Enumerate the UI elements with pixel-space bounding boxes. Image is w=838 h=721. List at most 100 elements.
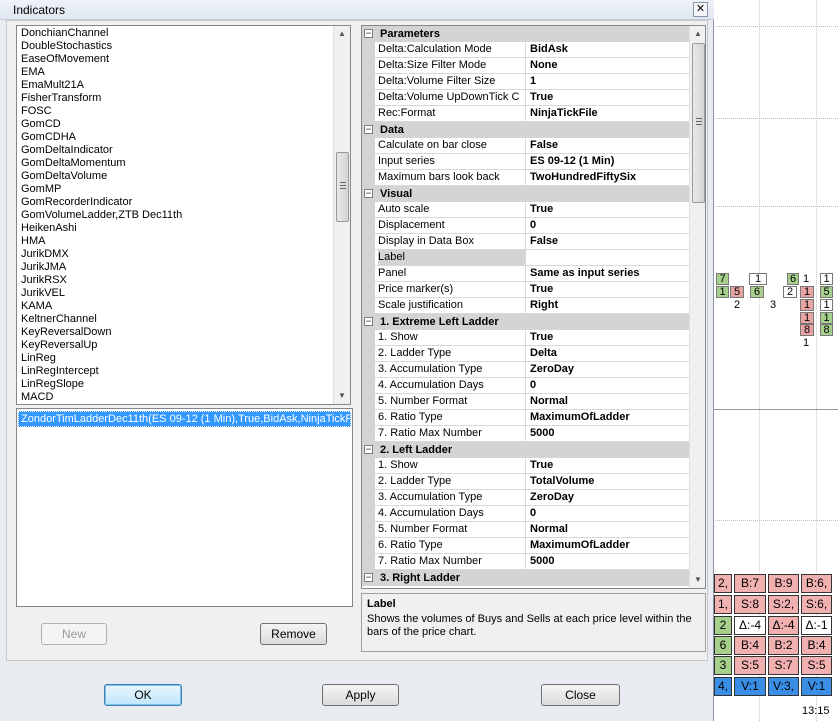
indicator-list-item[interactable]: EMA — [21, 66, 45, 79]
applied-indicators-list[interactable]: ZondorTimLadderDec11th(ES 09-12 (1 Min),… — [16, 408, 353, 607]
indicator-list-item[interactable]: EaseOfMovement — [21, 53, 109, 66]
property-row[interactable]: 2. Ladder Type TotalVolume — [362, 474, 689, 490]
property-value[interactable]: 5000 — [530, 554, 688, 569]
property-row[interactable]: 1. Show True — [362, 458, 689, 474]
property-value[interactable]: BidAsk — [530, 42, 688, 57]
indicator-list-item[interactable]: GomVolumeLadder,ZTB Dec11th — [21, 209, 182, 222]
property-category[interactable]: − Data — [362, 122, 689, 138]
ok-button[interactable]: OK — [104, 684, 182, 706]
indicator-list-item[interactable]: MACD — [21, 391, 53, 404]
property-row[interactable]: 3. Accumulation Type ZeroDay — [362, 490, 689, 506]
property-row[interactable]: Rec:Format NinjaTickFile — [362, 106, 689, 122]
property-value[interactable]: ES 09-12 (1 Min) — [530, 154, 688, 169]
property-value[interactable]: True — [530, 458, 688, 473]
property-value[interactable]: Right — [530, 298, 688, 313]
indicator-list-item[interactable]: KAMA — [21, 300, 52, 313]
scroll-down-icon[interactable]: ▼ — [334, 388, 350, 404]
indicator-list-item[interactable]: KeyReversalDown — [21, 326, 111, 339]
indicator-list-item[interactable]: LinRegSlope — [21, 378, 84, 391]
apply-button[interactable]: Apply — [322, 684, 399, 706]
property-value[interactable]: None — [530, 58, 688, 73]
property-value[interactable]: Normal — [530, 522, 688, 537]
property-value[interactable]: NinjaTickFile — [530, 106, 688, 121]
property-row[interactable]: Delta:Volume UpDownTick C True — [362, 90, 689, 106]
property-row[interactable]: Price marker(s) True — [362, 282, 689, 298]
property-row[interactable]: 2. Ladder Type Delta — [362, 346, 689, 362]
property-value[interactable]: 0 — [530, 218, 688, 233]
collapse-icon[interactable]: − — [364, 29, 373, 38]
indicator-list-item[interactable]: DoubleStochastics — [21, 40, 112, 53]
property-row[interactable]: Displacement 0 — [362, 218, 689, 234]
property-row[interactable]: 4. Accumulation Days 0 — [362, 378, 689, 394]
collapse-icon[interactable]: − — [364, 445, 373, 454]
indicator-list-item[interactable]: HMA — [21, 235, 45, 248]
property-row[interactable]: Delta:Calculation Mode BidAsk — [362, 42, 689, 58]
indicator-list-item[interactable]: KeltnerChannel — [21, 313, 97, 326]
property-value[interactable]: True — [530, 330, 688, 345]
collapse-icon[interactable]: − — [364, 125, 373, 134]
property-row[interactable]: Delta:Volume Filter Size 1 — [362, 74, 689, 90]
indicator-list-item[interactable]: KeyReversalUp — [21, 339, 97, 352]
property-row[interactable]: Auto scale True — [362, 202, 689, 218]
indicator-list-item[interactable]: HeikenAshi — [21, 222, 77, 235]
scroll-thumb[interactable] — [692, 43, 705, 203]
property-row[interactable]: 6. Ratio Type MaximumOfLadder — [362, 410, 689, 426]
property-row[interactable]: Input series ES 09-12 (1 Min) — [362, 154, 689, 170]
property-value[interactable]: True — [530, 282, 688, 297]
remove-button[interactable]: Remove — [260, 623, 327, 645]
indicator-list-item[interactable]: GomDeltaMomentum — [21, 157, 126, 170]
property-row[interactable]: Display in Data Box False — [362, 234, 689, 250]
scroll-down-icon[interactable]: ▼ — [690, 572, 705, 588]
collapse-icon[interactable]: − — [364, 573, 373, 582]
scroll-thumb[interactable] — [336, 152, 349, 222]
property-row[interactable]: Scale justification Right — [362, 298, 689, 314]
property-row[interactable]: Delta:Size Filter Mode None — [362, 58, 689, 74]
property-value[interactable]: False — [530, 234, 688, 249]
property-row[interactable]: Calculate on bar close False — [362, 138, 689, 154]
property-value[interactable]: ZeroDay — [530, 490, 688, 505]
property-grid[interactable]: − Parameters Delta:Calculation Mode BidAsk D… — [361, 25, 706, 589]
collapse-icon[interactable]: − — [364, 317, 373, 326]
property-value[interactable]: MaximumOfLadder — [530, 410, 688, 425]
property-row[interactable]: 5. Number Format Normal — [362, 394, 689, 410]
indicator-list-item[interactable]: GomDeltaVolume — [21, 170, 107, 183]
property-value[interactable]: MaximumOfLadder — [530, 538, 688, 553]
property-row[interactable]: 7. Ratio Max Number 5000 — [362, 426, 689, 442]
property-category[interactable]: − Parameters — [362, 26, 689, 42]
indicator-list-item[interactable]: GomCD — [21, 118, 61, 131]
property-value[interactable]: Normal — [530, 394, 688, 409]
property-value[interactable]: TwoHundredFiftySix — [530, 170, 688, 185]
collapse-icon[interactable]: − — [364, 189, 373, 198]
property-category[interactable]: −2. Left Ladder — [362, 442, 689, 458]
title-bar[interactable]: Indicators ✕ — [0, 0, 714, 20]
applied-indicator-item[interactable]: ZondorTimLadderDec11th(ES 09-12 (1 Min),… — [18, 411, 351, 427]
property-row[interactable]: Label — [362, 250, 689, 266]
property-value[interactable]: False — [530, 138, 688, 153]
property-value[interactable]: Delta — [530, 346, 688, 361]
indicator-list-item[interactable]: JurikRSX — [21, 274, 67, 287]
property-row[interactable]: 7. Ratio Max Number 5000 — [362, 554, 689, 570]
close-icon[interactable]: ✕ — [693, 2, 708, 17]
scroll-up-icon[interactable]: ▲ — [334, 26, 350, 42]
property-row[interactable]: Maximum bars look back TwoHundredFiftySix — [362, 170, 689, 186]
property-category[interactable]: −1. Extreme Left Ladder — [362, 314, 689, 330]
indicator-list-item[interactable]: JurikDMX — [21, 248, 69, 261]
close-button[interactable]: Close — [541, 684, 620, 706]
indicator-list-item[interactable]: GomCDHA — [21, 131, 76, 144]
property-value[interactable]: True — [530, 90, 688, 105]
scroll-up-icon[interactable]: ▲ — [690, 26, 705, 42]
property-row[interactable]: 5. Number Format Normal — [362, 522, 689, 538]
indicator-list-item[interactable]: JurikVEL — [21, 287, 65, 300]
property-row[interactable]: 4. Accumulation Days 0 — [362, 506, 689, 522]
property-category[interactable]: − Visual — [362, 186, 689, 202]
property-value[interactable]: True — [530, 202, 688, 217]
property-row[interactable]: 1. Show True — [362, 330, 689, 346]
indicator-list-item[interactable]: FOSC — [21, 105, 52, 118]
indicator-list[interactable]: DonchianChannel DoubleStochastics EaseOfMo… — [16, 25, 351, 405]
indicator-list-item[interactable]: LinReg — [21, 352, 56, 365]
property-row[interactable]: 6. Ratio Type MaximumOfLadder — [362, 538, 689, 554]
property-row[interactable]: 3. Accumulation Type ZeroDay — [362, 362, 689, 378]
property-value[interactable]: ZeroDay — [530, 362, 688, 377]
property-value[interactable]: 0 — [530, 506, 688, 521]
indicator-list-item[interactable]: EmaMult21A — [21, 79, 84, 92]
